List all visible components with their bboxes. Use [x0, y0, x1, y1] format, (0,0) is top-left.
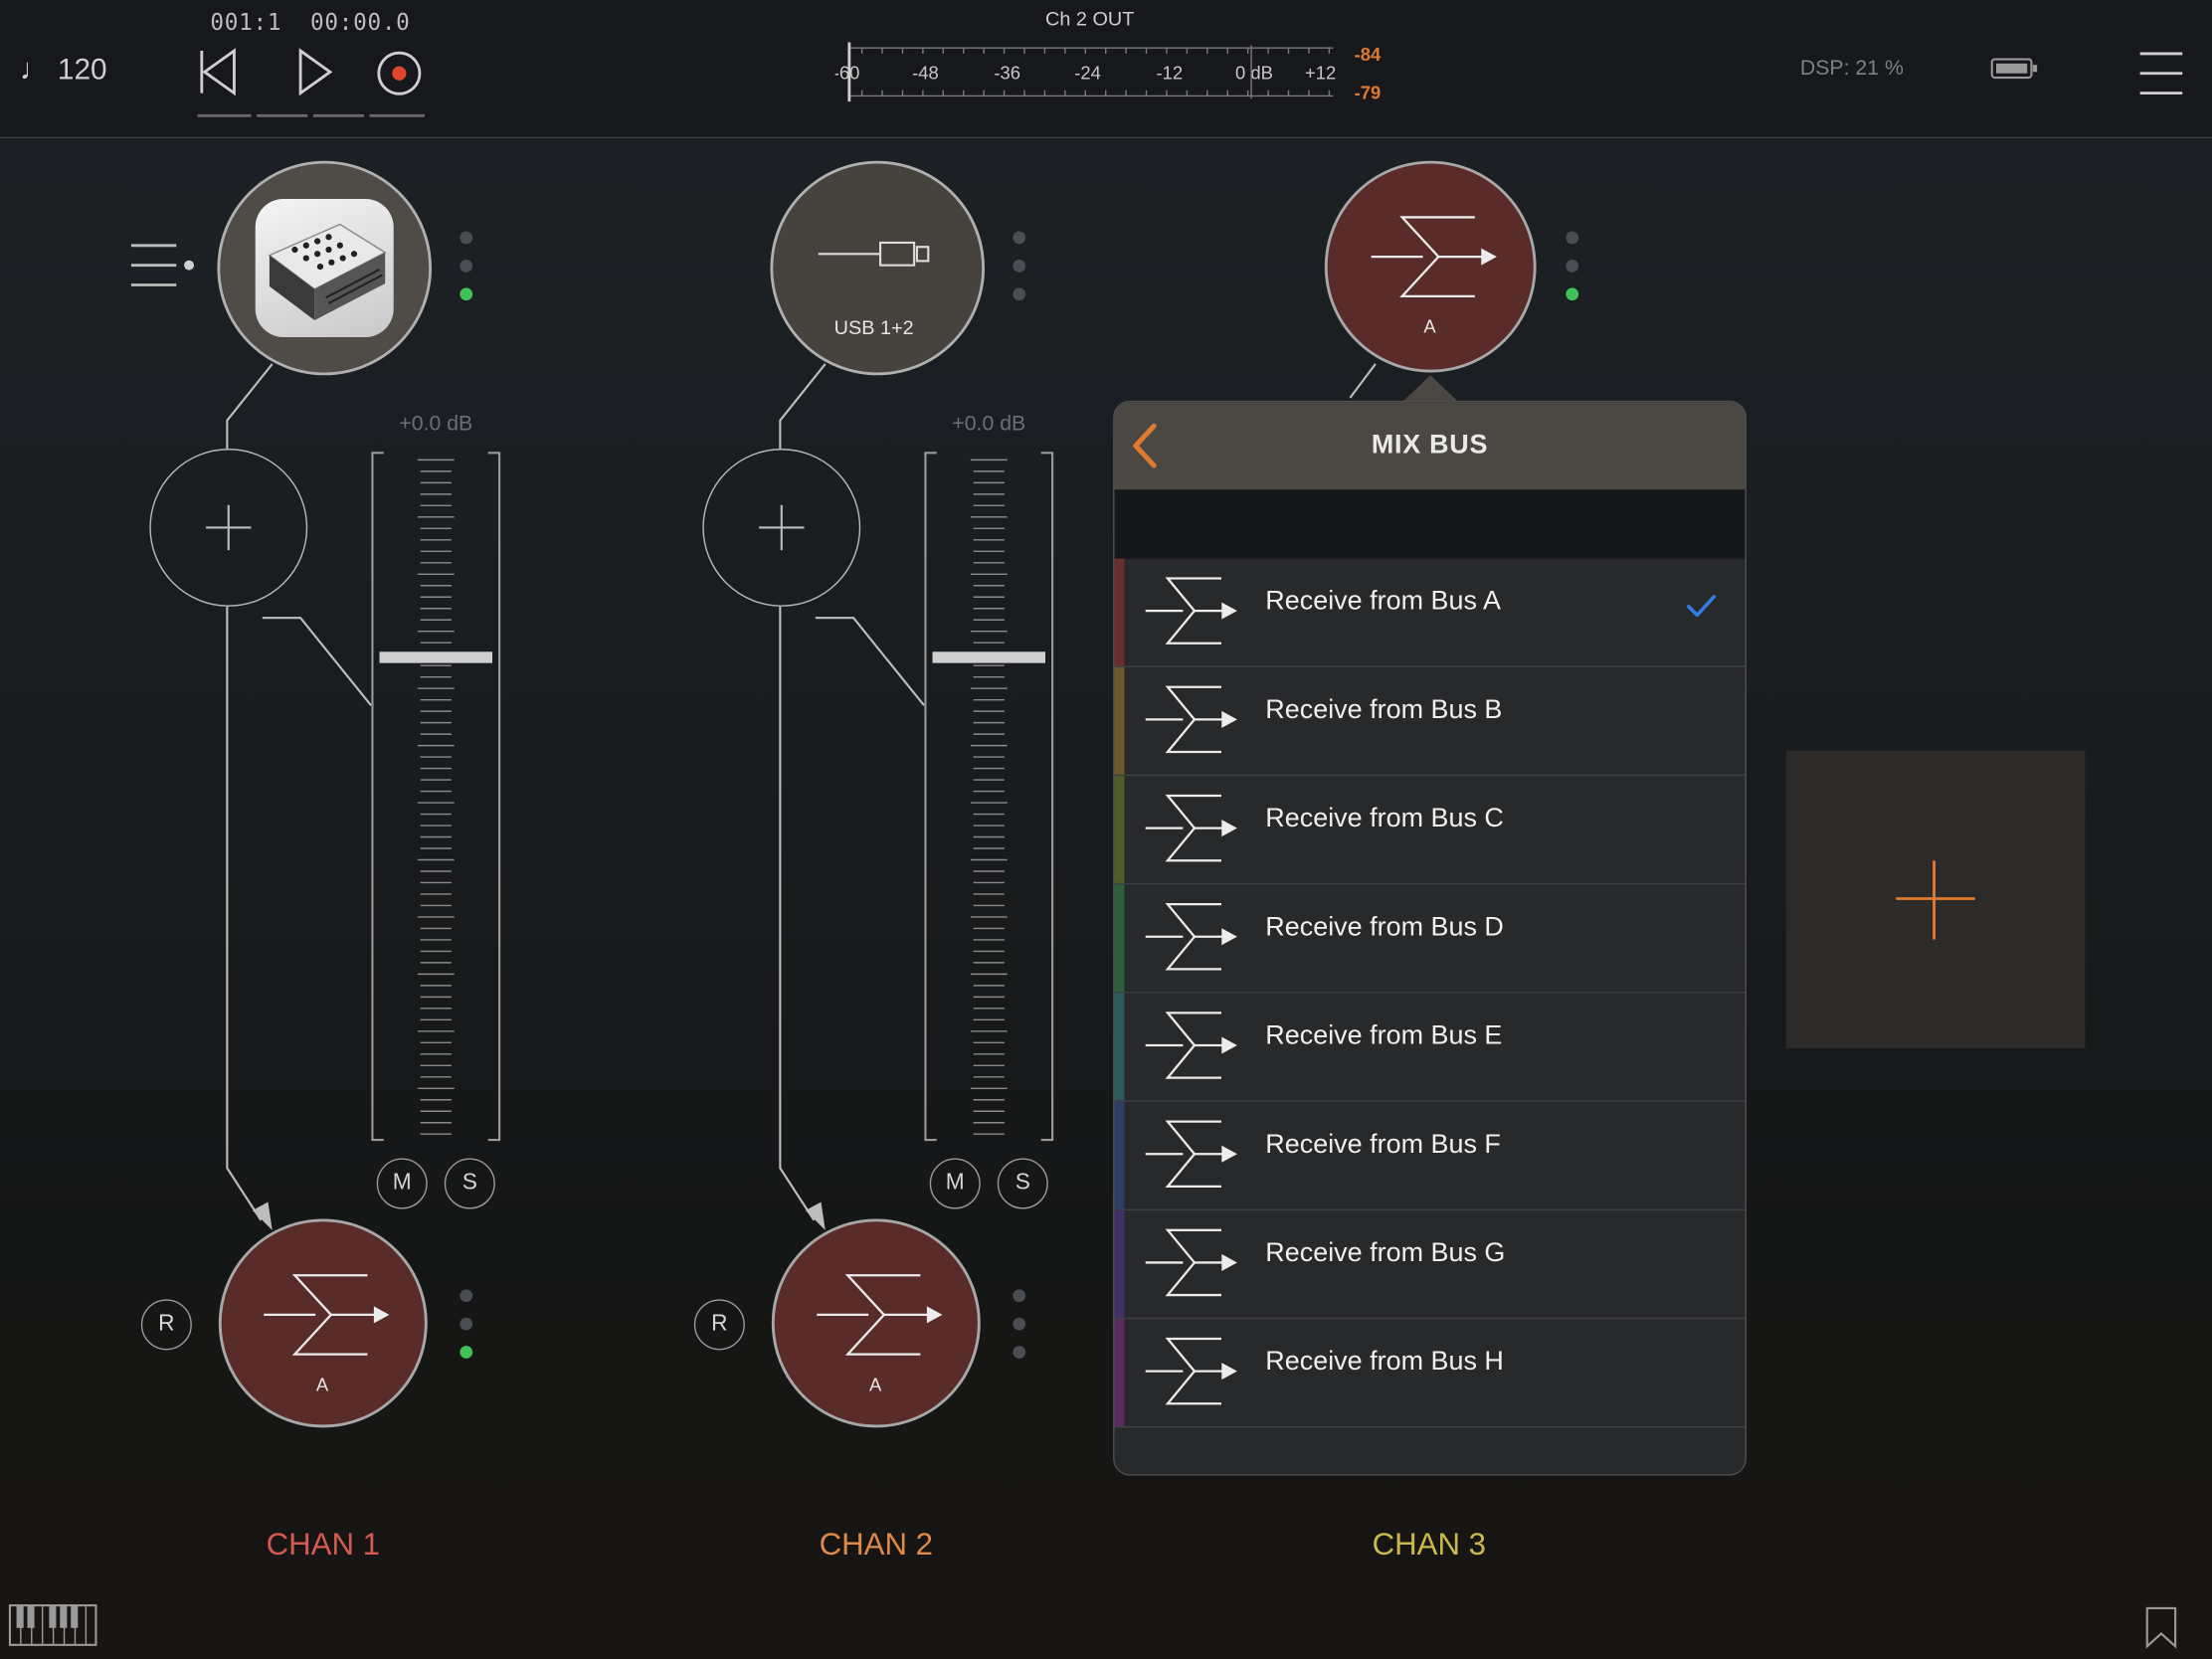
- bus-color-stripe: [1114, 1319, 1125, 1426]
- bus-color-stripe: [1114, 666, 1125, 775]
- usb-plug-icon: [818, 241, 930, 267]
- bus-list-item[interactable]: Receive from Bus A: [1114, 558, 1746, 667]
- mixer-screen: ♩ 120 001:1 00:00.0 Ch 2 OUT -60 -48 -36 -2…: [0, 0, 2212, 1659]
- sigma-receive-icon: [1145, 1120, 1237, 1188]
- chan1-output-bus-node[interactable]: A: [218, 1218, 428, 1428]
- chan3-input-led-1: [1566, 231, 1579, 245]
- chan1-input-led-1: [460, 231, 473, 245]
- bus-list-item[interactable]: Receive from Bus G: [1114, 1209, 1746, 1320]
- bus-item-label: Receive from Bus F: [1265, 1130, 1501, 1160]
- plus-icon: [205, 504, 251, 550]
- bus-color-stripe: [1114, 993, 1125, 1101]
- bus-list-item[interactable]: Receive from Bus F: [1114, 1101, 1746, 1210]
- bus-color-stripe: [1114, 776, 1125, 883]
- plus-icon: [758, 504, 804, 550]
- bus-list-item[interactable]: Receive from Bus B: [1114, 666, 1746, 777]
- plus-icon: [1896, 860, 1975, 940]
- channel-list-icon[interactable]: [128, 240, 199, 293]
- popover-header: MIX BUS: [1114, 402, 1746, 490]
- bus-list-item[interactable]: Receive from Bus C: [1114, 776, 1746, 885]
- chan1-add-effect-button[interactable]: [149, 449, 308, 607]
- synth-app-icon: [255, 198, 394, 337]
- bus-item-label: Receive from Bus B: [1265, 695, 1503, 726]
- bus-item-label: Receive from Bus A: [1265, 587, 1501, 617]
- sigma-receive-icon: [1145, 1337, 1237, 1405]
- chan2-out-led-1: [1013, 1289, 1026, 1303]
- popover-title: MIX BUS: [1371, 430, 1489, 461]
- chan3-input-bus-letter: A: [1423, 315, 1436, 337]
- popover-search-area[interactable]: [1114, 489, 1746, 559]
- chan3-input-bus-node[interactable]: A: [1324, 160, 1537, 373]
- chan2-out-led-2: [1013, 1317, 1026, 1331]
- mix-bus-popover: MIX BUS Receive from Bus A Receive from B…: [1113, 400, 1747, 1476]
- chan2-input-node[interactable]: USB 1+2: [770, 160, 986, 376]
- chan2-add-effect-button[interactable]: [702, 449, 861, 607]
- sigma-receive-icon: [1145, 903, 1237, 971]
- chan3-input-led-2: [1566, 259, 1579, 273]
- add-channel-button[interactable]: [1785, 750, 2086, 1048]
- chan2-input-name: USB 1+2: [833, 315, 914, 339]
- bus-item-label: Receive from Bus G: [1265, 1238, 1506, 1269]
- sigma-receive-icon: [1145, 1012, 1237, 1079]
- chan2-volume-fader[interactable]: [923, 449, 1055, 1146]
- chan1-output-bus-letter: A: [315, 1374, 329, 1395]
- checkmark-icon: [1687, 595, 1717, 618]
- bus-item-label: Receive from Bus E: [1265, 1020, 1503, 1051]
- chan2-record-button[interactable]: R: [693, 1299, 745, 1351]
- chan2-solo-button[interactable]: S: [997, 1158, 1048, 1209]
- chan3-input-led-3: [1566, 287, 1579, 301]
- bus-item-label: Receive from Bus C: [1265, 804, 1504, 834]
- sigma-receive-icon: [1145, 1228, 1237, 1297]
- sigma-receive-icon: [1145, 685, 1237, 754]
- chan1-label[interactable]: CHAN 1: [196, 1527, 450, 1564]
- bus-color-stripe: [1114, 884, 1125, 993]
- popover-arrow: [1401, 375, 1459, 403]
- chan2-input-led-2: [1013, 259, 1026, 273]
- piano-keyboard-icon[interactable]: [8, 1604, 99, 1649]
- bus-color-stripe: [1114, 1209, 1125, 1318]
- sigma-send-icon: [264, 1274, 390, 1356]
- bookmark-icon[interactable]: [2144, 1605, 2181, 1650]
- chan1-input-node[interactable]: [217, 160, 433, 376]
- sigma-receive-icon: [1371, 216, 1497, 297]
- chan2-input-led-1: [1013, 231, 1026, 245]
- bus-item-label: Receive from Bus H: [1265, 1347, 1504, 1378]
- bus-color-stripe: [1114, 558, 1125, 666]
- chan3-label[interactable]: CHAN 3: [1302, 1527, 1556, 1564]
- chan1-out-led-2: [460, 1317, 473, 1331]
- bus-color-stripe: [1114, 1101, 1125, 1209]
- chan1-input-led-2: [460, 259, 473, 273]
- bus-list-item[interactable]: Receive from Bus E: [1114, 993, 1746, 1102]
- bus-list-item[interactable]: Receive from Bus D: [1114, 884, 1746, 994]
- chan1-solo-button[interactable]: S: [444, 1158, 495, 1209]
- chan1-volume-fader[interactable]: [370, 449, 502, 1146]
- chan1-out-led-1: [460, 1289, 473, 1303]
- chan2-label[interactable]: CHAN 2: [749, 1527, 1003, 1564]
- bus-list-item[interactable]: Receive from Bus H: [1114, 1319, 1746, 1428]
- bus-list: Receive from Bus A Receive from Bus B Rece…: [1114, 558, 1746, 1428]
- chan1-out-led-3: [460, 1346, 473, 1359]
- chan2-mute-button[interactable]: M: [929, 1158, 981, 1209]
- sigma-receive-icon: [1145, 577, 1237, 645]
- chan1-mute-button[interactable]: M: [376, 1158, 428, 1209]
- sigma-receive-icon: [1145, 794, 1237, 862]
- chan2-output-bus-letter: A: [868, 1374, 882, 1395]
- chan1-record-button[interactable]: R: [140, 1299, 192, 1351]
- chan2-output-bus-node[interactable]: A: [771, 1218, 981, 1428]
- sigma-send-icon: [817, 1274, 943, 1356]
- chan2-fader-value: +0.0 dB: [952, 412, 1026, 437]
- chan2-out-led-3: [1013, 1346, 1026, 1359]
- bus-item-label: Receive from Bus D: [1265, 912, 1504, 943]
- chan2-input-led-3: [1013, 287, 1026, 301]
- chan1-fader-value: +0.0 dB: [399, 412, 473, 437]
- chan1-input-led-3: [460, 287, 473, 301]
